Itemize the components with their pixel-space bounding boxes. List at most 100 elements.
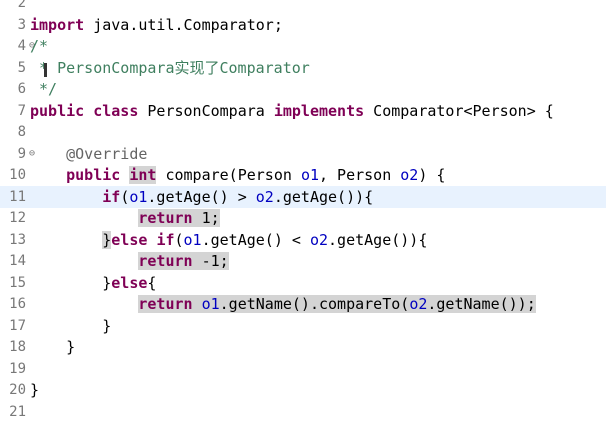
- code-token: implements: [273, 101, 365, 120]
- code-token: o1: [129, 187, 148, 206]
- line-number: 17: [9, 317, 26, 334]
- code-token: public: [30, 101, 85, 120]
- line-number: 21: [9, 403, 26, 420]
- code-token: -1;: [192, 252, 229, 270]
- line-number: 6: [17, 81, 26, 97]
- code-text: return 1;: [30, 207, 220, 229]
- code-line[interactable]: 19: [0, 358, 606, 380]
- line-number: 12: [9, 210, 26, 226]
- code-token: .getAge()){: [273, 187, 374, 206]
- code-line[interactable]: 9 ⊖ @Override: [0, 143, 606, 165]
- code-token: o1: [183, 230, 202, 249]
- code-token: @Override: [66, 144, 148, 163]
- code-token: 1;: [192, 209, 220, 227]
- line-number: 11: [9, 188, 26, 205]
- code-token: o2: [255, 187, 274, 206]
- code-line[interactable]: 4 ⊖/*: [0, 35, 606, 57]
- code-token: */: [30, 80, 58, 98]
- line-number: 8: [17, 124, 26, 140]
- code-token: .getAge()){: [328, 230, 428, 249]
- code-token: .getName());: [427, 295, 536, 313]
- line-number: 7: [17, 102, 26, 119]
- line-number: 14: [9, 253, 26, 269]
- code-token: import: [30, 15, 85, 34]
- code-line[interactable]: 6 */: [0, 78, 606, 100]
- line-number: 9: [17, 145, 26, 162]
- code-text: import java.util.Comparator;: [30, 14, 283, 36]
- code-token: int: [129, 166, 157, 184]
- code-token: }: [30, 338, 76, 356]
- code-token: o2: [309, 230, 329, 249]
- code-text: }: [30, 379, 39, 401]
- line-number: 16: [9, 296, 26, 312]
- code-line[interactable]: 5 * PersonCompara实现了Comparator: [0, 57, 606, 79]
- code-token: }: [30, 273, 112, 292]
- code-token: , Person: [319, 166, 401, 184]
- line-number: 5: [17, 59, 26, 76]
- code-token: .getName().compareTo(: [219, 295, 410, 313]
- code-line[interactable]: 21: [0, 401, 606, 423]
- line-number: 4: [17, 38, 26, 54]
- text-cursor: [44, 63, 47, 77]
- code-line[interactable]: 13 }else if(o1.getAge() < o2.getAge()){: [0, 229, 606, 251]
- code-text: @Override: [30, 143, 147, 165]
- code-text: /*: [30, 35, 48, 57]
- line-number: 18: [9, 339, 26, 355]
- code-token: class: [93, 101, 139, 120]
- code-line[interactable]: 16 return o1.getName().compareTo(o2.getN…: [0, 293, 606, 315]
- code-token: if: [102, 187, 121, 206]
- code-token: public: [66, 166, 121, 184]
- code-token: o2: [400, 166, 419, 184]
- code-token: }: [102, 230, 112, 249]
- code-text: public int compare(Person o1, Person o2)…: [30, 164, 445, 186]
- code-text: return o1.getName().compareTo(o2.getName…: [30, 293, 536, 315]
- line-number: 15: [9, 274, 26, 291]
- code-line[interactable]: 8: [0, 121, 606, 143]
- code-line[interactable]: 3 import java.util.Comparator;: [0, 14, 606, 36]
- code-line[interactable]: 2: [0, 0, 606, 14]
- code-text: }else if(o1.getAge() < o2.getAge()){: [30, 229, 427, 251]
- code-text: * PersonCompara实现了Comparator: [30, 57, 310, 79]
- code-line[interactable]: 7 public class PersonCompara implements C…: [0, 100, 606, 122]
- code-text: }: [30, 336, 75, 358]
- code-token: else: [111, 230, 148, 249]
- code-token: (: [120, 187, 130, 206]
- code-token: return: [138, 252, 193, 270]
- code-token: else: [111, 273, 148, 292]
- code-token: [192, 295, 202, 313]
- code-line[interactable]: 11 if(o1.getAge() > o2.getAge()){: [0, 185, 606, 208]
- code-token: o2: [409, 295, 428, 313]
- line-number: 19: [9, 360, 26, 377]
- code-line[interactable]: 14 return -1;: [0, 250, 606, 272]
- code-token: * PersonCompara实现了Comparator: [30, 58, 310, 77]
- code-token: Comparator<Person> {: [364, 101, 554, 120]
- code-token: }: [30, 316, 112, 335]
- code-token: if: [156, 230, 175, 249]
- code-editor[interactable]: 2 3 import java.util.Comparator; 4 ⊖/* 5 * Pe…: [0, 0, 606, 433]
- code-line[interactable]: 20}: [0, 379, 606, 401]
- line-number: 3: [17, 16, 26, 33]
- code-line[interactable]: 10 public int compare(Person o1, Person …: [0, 164, 606, 186]
- code-token: return: [138, 209, 193, 227]
- code-token: return: [138, 295, 193, 313]
- code-line[interactable]: 12 return 1;: [0, 207, 606, 229]
- code-token: .getAge() >: [147, 187, 256, 206]
- code-line[interactable]: 18 }: [0, 336, 606, 358]
- code-text: }else{: [30, 272, 156, 294]
- code-text: public class PersonCompara implements Co…: [30, 100, 554, 122]
- code-line[interactable]: 17 }: [0, 315, 606, 337]
- code-token: ) {: [418, 166, 446, 184]
- code-text: */: [30, 78, 57, 100]
- code-token: /*: [30, 37, 49, 55]
- code-text: return -1;: [30, 250, 229, 272]
- line-number: 10: [9, 167, 26, 183]
- code-line[interactable]: 15 }else{: [0, 272, 606, 294]
